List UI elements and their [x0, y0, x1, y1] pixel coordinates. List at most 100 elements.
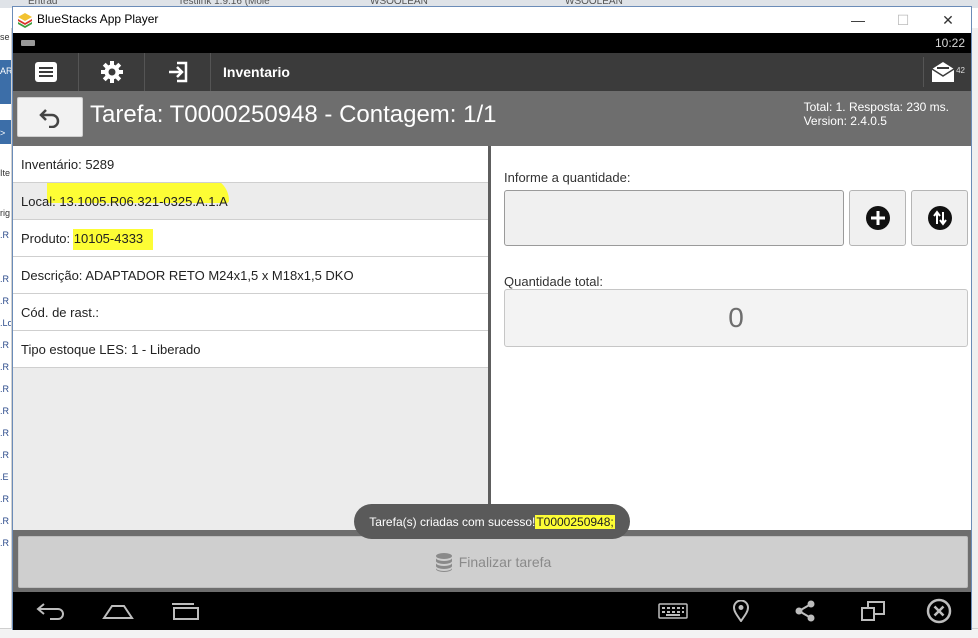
success-toast: Tarefa(s) criadas com sucesso! T00002509…	[354, 504, 630, 539]
android-nav-bar	[13, 592, 971, 630]
detail-label: Inventário:	[21, 157, 86, 172]
task-header: Tarefa: T0000250948 - Contagem: 1/1 Tota…	[13, 91, 971, 146]
replace-quantity-button[interactable]	[911, 190, 968, 246]
plus-circle-icon	[865, 206, 890, 230]
total-quantity-label: Quantidade total:	[504, 274, 604, 289]
close-app-button[interactable]	[919, 596, 959, 626]
window-titlebar[interactable]: BlueStacks App Player — ☐ ✕	[13, 7, 971, 33]
database-icon	[435, 553, 452, 572]
close-circle-icon	[926, 598, 952, 624]
inbox-button[interactable]: 42	[923, 57, 969, 87]
add-quantity-button[interactable]	[849, 190, 906, 246]
nav-back-button[interactable]	[31, 596, 71, 626]
toast-message: Tarefa(s) criadas com sucesso!	[369, 514, 536, 529]
detail-row-inventario: Inventário: 5289	[13, 146, 488, 183]
inbox-count: 42	[956, 66, 965, 75]
swap-circle-icon	[927, 206, 952, 230]
finalize-task-button[interactable]: Finalizar tarefa	[18, 536, 968, 588]
android-status-bar: 10:22	[13, 33, 971, 53]
bg-cell: se	[0, 32, 10, 42]
keyboard-icon	[658, 603, 688, 619]
detail-row-produto: Produto: 10105-4333	[13, 220, 488, 257]
share-icon	[795, 600, 815, 622]
recent-apps-icon	[172, 603, 199, 620]
bluestacks-window: BlueStacks App Player — ☐ ✕ 10:22 Invent…	[12, 6, 972, 630]
bg-cell: .R	[0, 450, 9, 460]
keyboard-status-icon	[21, 40, 35, 46]
detail-value-highlighted: 10105-4333	[72, 229, 154, 250]
bg-cell: .R	[0, 296, 9, 306]
bg-cell: Ite	[0, 168, 11, 178]
detail-row-tipo-estoque: Tipo estoque LES: 1 - Liberado	[13, 331, 488, 368]
item-details-panel: Inventário: 5289 Local: 13.1005.R06.321-…	[13, 146, 491, 530]
detail-label: Loca	[21, 194, 50, 209]
background-right-edge	[972, 28, 978, 628]
background-app-column: se AR/ > Ite rig .R .R .R .Lo .R .R .R .…	[0, 28, 12, 638]
bg-cell: .Lo	[0, 318, 12, 328]
detail-label: Descrição:	[21, 268, 86, 283]
detail-value: ADAPTADOR RETO M24x1,5 x M18x1,5 DKO	[85, 268, 354, 283]
rotate-screen-icon	[861, 601, 885, 621]
response-total: Total: 1. Resposta: 230 ms.	[803, 100, 949, 114]
bg-cell: .R	[0, 274, 9, 284]
undo-arrow-icon	[39, 109, 60, 128]
minimize-button[interactable]: —	[843, 9, 873, 31]
finalize-task-label: Finalizar tarefa	[458, 554, 552, 570]
share-button[interactable]	[785, 596, 825, 626]
response-info: Total: 1. Resposta: 230 ms. Version: 2.4…	[804, 100, 949, 128]
logout-icon	[168, 61, 187, 83]
keyboard-button[interactable]	[653, 596, 693, 626]
home-icon	[102, 605, 134, 619]
rotate-screen-button[interactable]	[853, 596, 893, 626]
detail-row-descricao: Descrição: ADAPTADOR RETO M24x1,5 x M18x…	[13, 257, 488, 294]
detail-value-highlighted: l: 13.1005.R06.321-0325.A.1.A	[49, 194, 228, 209]
inbox-icon	[931, 62, 955, 82]
bg-cell: .R	[0, 516, 9, 526]
gear-icon	[100, 61, 123, 83]
bg-cell: .R	[0, 428, 9, 438]
screen: Entrad Testlink 1.9.16 (Mole WSOOLEAN WS…	[0, 0, 978, 638]
bg-cell: .R	[0, 362, 9, 372]
menu-icon	[34, 62, 57, 82]
bg-cell: rig	[0, 208, 11, 218]
logout-button[interactable]	[145, 53, 211, 91]
bg-cell: .R	[0, 538, 9, 548]
nav-recents-button[interactable]	[165, 596, 205, 626]
bg-cell: .R	[0, 384, 9, 394]
bg-cell: .R	[0, 230, 9, 240]
task-title: Tarefa: T0000250948 - Contagem: 1/1	[90, 101, 497, 128]
settings-button[interactable]	[79, 53, 145, 91]
location-pin-icon	[733, 600, 749, 622]
detail-value: 1 - Liberado	[131, 342, 201, 357]
quantity-panel: Informe a quantidade: Quantidade total: …	[494, 146, 971, 530]
back-arrow-icon	[36, 603, 64, 620]
nav-home-button[interactable]	[98, 596, 138, 626]
location-button[interactable]	[721, 596, 761, 626]
detail-label: Tipo estoque LES:	[21, 342, 132, 357]
detail-label: Produto:	[21, 231, 74, 246]
bg-cell: AR/	[0, 66, 12, 76]
quantity-input[interactable]	[504, 190, 844, 246]
bg-cell: .R	[0, 406, 9, 416]
app-action-bar: Inventario 42	[13, 53, 971, 91]
footer-bar: Finalizar tarefa	[13, 530, 971, 592]
detail-value: 5289	[85, 157, 115, 172]
bg-cell: .R	[0, 494, 9, 504]
bg-cell: .R	[0, 340, 9, 350]
app-version: Version: 2.4.0.5	[803, 114, 887, 128]
maximize-button[interactable]: ☐	[888, 9, 918, 31]
screen-title: Inventario	[223, 64, 290, 80]
quantity-label: Informe a quantidade:	[504, 170, 631, 185]
menu-button[interactable]	[13, 53, 79, 91]
total-quantity-value: 0	[504, 289, 968, 347]
bg-cell: >	[0, 128, 6, 138]
back-button[interactable]	[17, 97, 83, 137]
bg-cell: .E	[0, 472, 9, 482]
status-clock: 10:22	[934, 36, 965, 50]
window-title: BlueStacks App Player	[37, 12, 159, 26]
detail-row-cod-rast: Cód. de rast.:	[13, 294, 488, 331]
bluestacks-logo-icon	[18, 13, 32, 28]
detail-row-local: Local: 13.1005.R06.321-0325.A.1.A	[13, 183, 488, 220]
detail-label: Cód. de rast.:	[21, 305, 100, 320]
close-button[interactable]: ✕	[933, 9, 963, 31]
